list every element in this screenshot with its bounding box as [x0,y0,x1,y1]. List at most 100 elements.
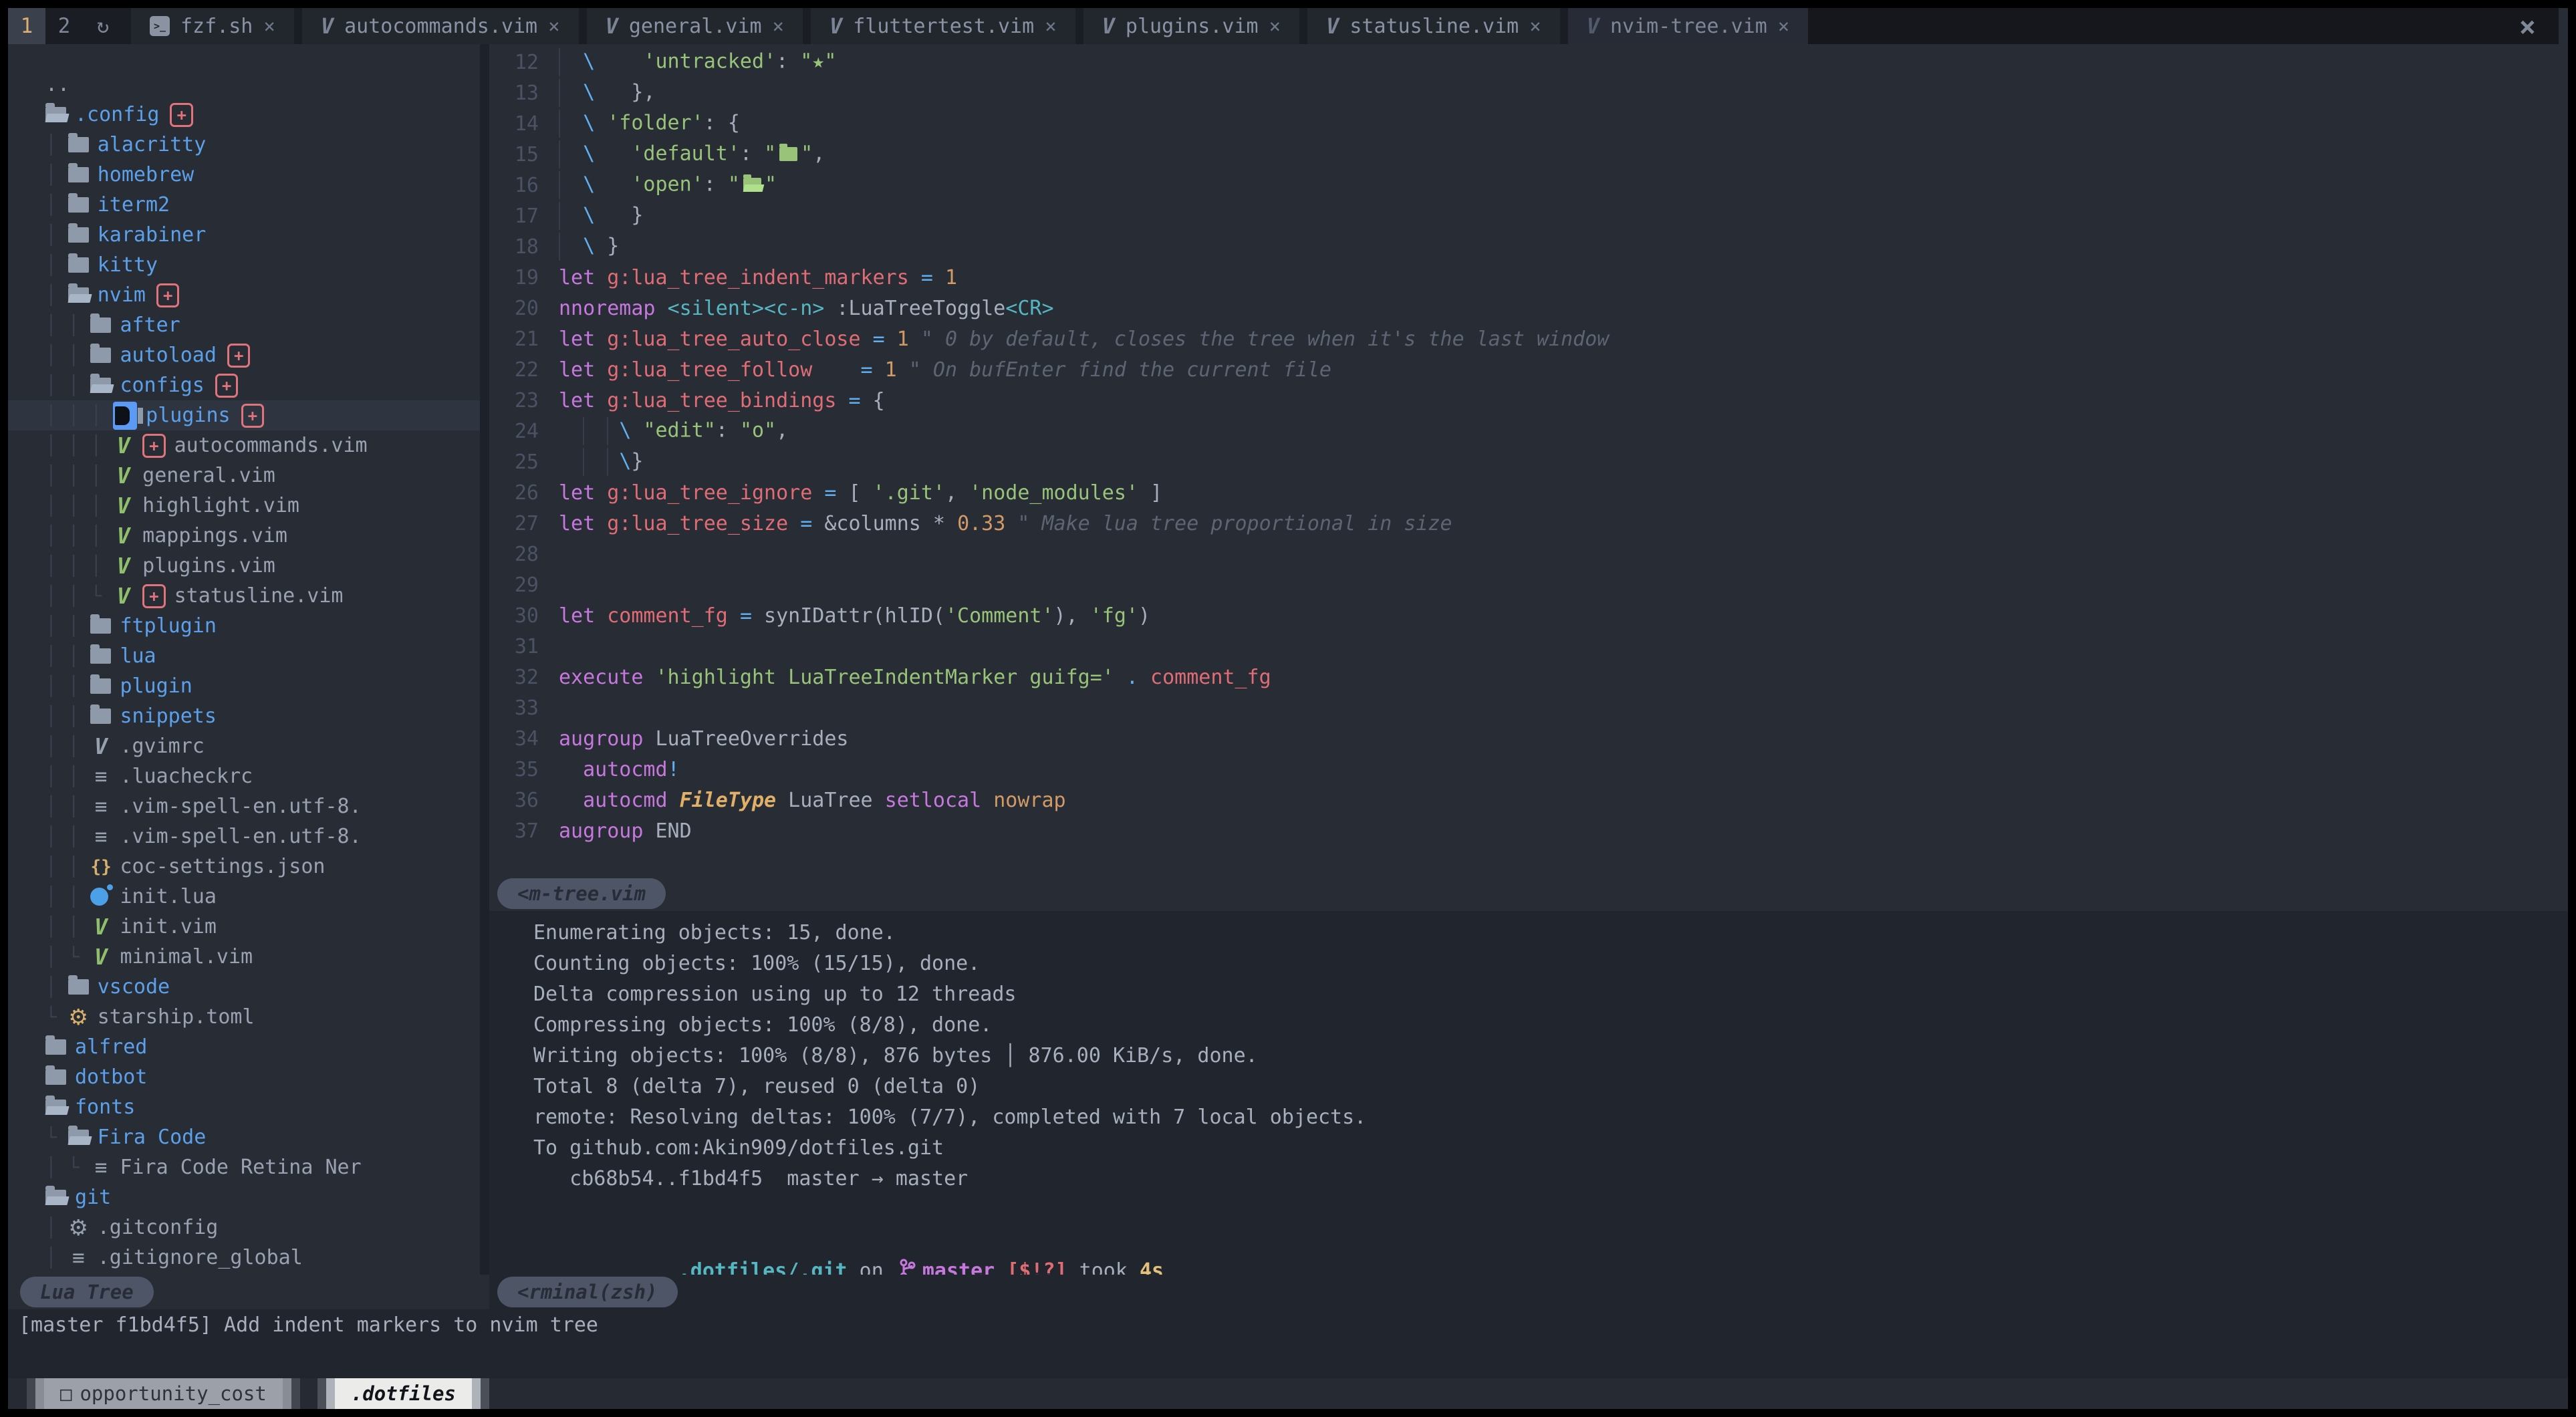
code-line[interactable]: 32execute 'highlight LuaTreeIndentMarker… [489,662,2568,692]
tree-item[interactable]: │ │ plugin [8,671,480,701]
code-line[interactable]: 26let g:lua_tree_ignore = [ '.git', 'nod… [489,477,2568,508]
tree-item[interactable]: .. [8,70,480,100]
text-file-icon: ≡ [90,765,111,789]
code-line[interactable]: 20nnoremap <silent><c-n> :LuaTreeToggle<… [489,293,2568,324]
tmux-window-.dotfiles[interactable]: .dotfiles [317,1378,489,1409]
code-line[interactable]: 17 \ } [489,201,2568,231]
tree-item[interactable]: │ alacritty [8,130,480,160]
code-line[interactable]: 37augroup END [489,815,2568,846]
tree-item[interactable]: │ │ lua [8,641,480,671]
tree-item[interactable]: │ └ ≡Fira Code Retina Ner [8,1152,480,1182]
code-line[interactable]: 25 \} [489,446,2568,477]
tree-item[interactable]: │ nvim+ [8,280,480,310]
folder-open-icon [45,1190,66,1205]
tree-item[interactable]: │ │ ≡.luacheckrc [8,761,480,791]
tab-fluttertest.vim[interactable]: Vfluttertest.vim× [811,8,1075,44]
close-all-icon[interactable]: × [2519,10,2536,43]
tree-item[interactable]: │ │ │ plugins+ [8,400,480,430]
code-line[interactable]: 18 \ } [489,231,2568,262]
line-number: 15 [489,143,539,166]
tab-close-icon[interactable]: × [548,15,559,37]
tree-item[interactable]: │ │ after [8,310,480,340]
tree-item[interactable]: .config+ [8,100,480,130]
tab-close-icon[interactable]: × [263,15,275,37]
code-line[interactable]: 15 \ 'default': "", [489,139,2568,170]
tab-close-icon[interactable]: × [1269,15,1281,37]
code-editor[interactable]: 12 \ 'untracked': "★"13 \ },14 \ 'folder… [489,44,2568,876]
tab-statusline.vim[interactable]: Vstatusline.vim× [1307,8,1560,44]
tree-item[interactable]: git [8,1182,480,1212]
code-line[interactable]: 28 [489,539,2568,569]
tree-item[interactable]: │ │ snippets [8,701,480,731]
buffer-tabs: >_fzf.sh×Vautocommands.vim×Vgeneral.vim×… [123,8,1808,44]
tree-item[interactable]: │ iterm2 [8,190,480,220]
tab-autocommands.vim[interactable]: Vautocommands.vim× [302,8,579,44]
tabpage-number-1[interactable]: 1 [8,8,45,44]
tree-item[interactable]: │ homebrew [8,160,480,190]
tree-item[interactable]: │ karabiner [8,220,480,250]
tree-item[interactable]: │ │ ≡.vim-spell-en.utf-8. [8,791,480,821]
code-line[interactable]: 30let comment_fg = synIDattr(hlID('Comme… [489,600,2568,631]
tree-item[interactable]: │ │ │ Vhighlight.vim [8,491,480,521]
code-line[interactable]: 29 [489,569,2568,600]
tree-item[interactable]: └ Fira Code [8,1122,480,1152]
code-line[interactable]: 34augroup LuaTreeOverrides [489,723,2568,754]
code-line[interactable]: 21let g:lua_tree_auto_close = 1 " 0 by d… [489,324,2568,354]
tree-item[interactable]: │ ≡.gitignore_global [8,1243,480,1273]
tree-item[interactable]: │ │ ftplugin [8,611,480,641]
code-line[interactable]: 16 \ 'open': "" [489,170,2568,201]
tree-item[interactable]: │ │ │ Vmappings.vim [8,521,480,551]
terminal-pane[interactable]: Enumerating objects: 15, done.Counting o… [489,911,2568,1275]
tree-item[interactable]: │ │ └ V+statusline.vim [8,581,480,611]
code-line[interactable]: 22let g:lua_tree_follow = 1 " On bufEnte… [489,354,2568,385]
code-line[interactable]: 24 \ "edit": "o", [489,416,2568,446]
code-line[interactable]: 13 \ }, [489,78,2568,108]
tree-item[interactable]: │ │ │ Vplugins.vim [8,551,480,581]
tab-close-icon[interactable]: × [1529,15,1541,37]
tree-item[interactable]: │ └ Vminimal.vim [8,942,480,972]
tmux-window-opportunity_cost[interactable]: □opportunity_cost [27,1378,300,1409]
code-line[interactable]: 12 \ 'untracked': "★" [489,47,2568,78]
code-line[interactable]: 36 autocmd FileType LuaTree setlocal now… [489,785,2568,815]
tree-item[interactable]: │ │ V.gvimrc [8,731,480,761]
prompt-line: .dotfiles/.git on master [$!?] took 4s [489,1225,2568,1256]
tree-item[interactable]: fonts [8,1092,480,1122]
tab-close-icon[interactable]: × [1045,15,1056,37]
tree-item[interactable]: │ kitty [8,250,480,280]
tree-item[interactable]: │ │ init.lua [8,882,480,912]
tab-fzf.sh[interactable]: >_fzf.sh× [131,8,294,44]
folder-icon [90,317,111,333]
json-file-icon: {} [90,857,111,877]
line-number: 29 [489,573,539,597]
tree-item-label: plugin [120,674,192,698]
tree-item[interactable]: │ vscode [8,972,480,1002]
tree-item[interactable]: │ │ ≡.vim-spell-en.utf-8. [8,821,480,852]
tabpage-number-2[interactable]: 2 [45,8,83,44]
tab-close-icon[interactable]: × [1778,15,1789,37]
tree-item[interactable]: │ │ │ Vgeneral.vim [8,461,480,491]
tree-item[interactable]: │ │ {}coc-settings.json [8,852,480,882]
tree-item[interactable]: │ │ Vinit.vim [8,912,480,942]
tree-item[interactable]: │ │ │ V+autocommands.vim [8,430,480,461]
tree-item[interactable]: │ │ autoload+ [8,340,480,370]
code-line[interactable]: 14 \ 'folder': { [489,108,2568,139]
code-line[interactable]: 35 autocmd! [489,754,2568,785]
refresh-icon[interactable]: ↻ [83,8,123,44]
code-line[interactable]: 19let g:lua_tree_indent_markers = 1 [489,262,2568,293]
tab-plugins.vim[interactable]: Vplugins.vim× [1083,8,1299,44]
tab-close-icon[interactable]: × [773,15,784,37]
line-number: 31 [489,635,539,658]
tab-general.vim[interactable]: Vgeneral.vim× [587,8,803,44]
vim-icon: V [321,13,334,39]
tree-item[interactable]: │ │ configs+ [8,370,480,400]
tree-item[interactable]: └ ⚙starship.toml [8,1002,480,1032]
code-line[interactable]: 23let g:lua_tree_bindings = { [489,385,2568,416]
window-separator[interactable] [480,44,489,1275]
tree-item[interactable]: alfred [8,1032,480,1062]
code-line[interactable]: 27let g:lua_tree_size = &columns * 0.33 … [489,508,2568,539]
code-line[interactable]: 31 [489,631,2568,662]
tab-nvim-tree.vim[interactable]: Vnvim-tree.vim× [1568,8,1809,44]
tree-item[interactable]: │ ⚙.gitconfig [8,1212,480,1243]
tree-item[interactable]: dotbot [8,1062,480,1092]
code-line[interactable]: 33 [489,692,2568,723]
